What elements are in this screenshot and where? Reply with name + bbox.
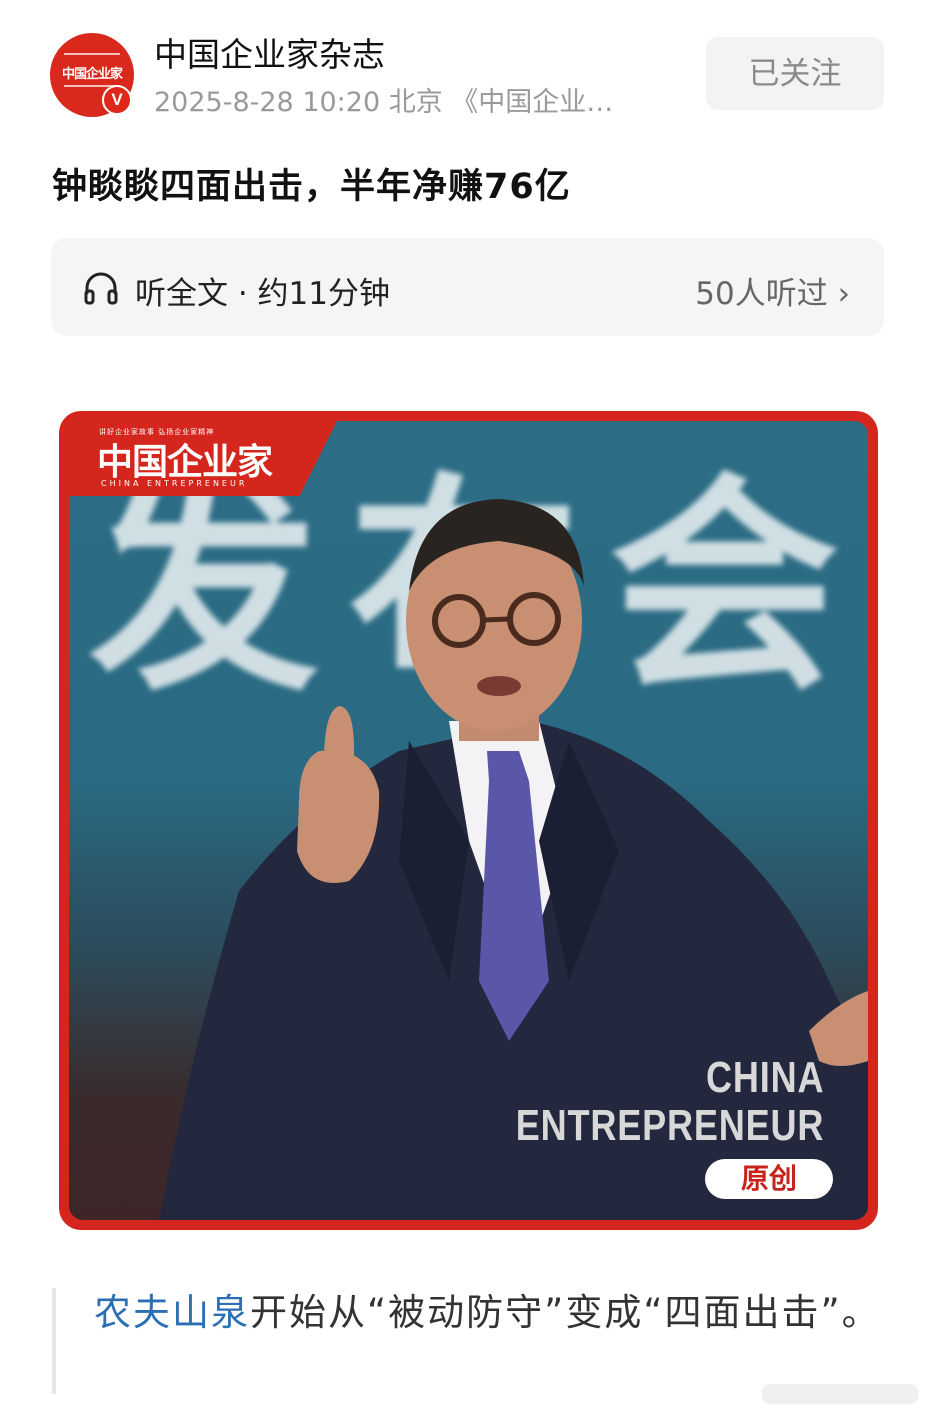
verified-badge-icon: V xyxy=(102,85,132,115)
post-meta: 2025-8-28 10:20 北京 《中国企业… xyxy=(154,87,614,118)
magazine-logo-tab: 讲好企业家故事 弘扬企业家精神 中国企业家 CHINA ENTREPRENEUR xyxy=(69,421,337,496)
follow-button[interactable]: 已关注 xyxy=(706,37,884,110)
headphones-icon xyxy=(84,272,118,305)
caption-line-1: CHINA xyxy=(705,1053,824,1102)
topic-link[interactable]: 农夫山泉 xyxy=(94,1291,250,1334)
listen-count[interactable]: 50人听过 › xyxy=(695,268,850,313)
listen-full-text-bar[interactable]: 听全文 · 约11分钟 50人听过 › xyxy=(51,238,884,336)
article-title: 钟睒睒四面出击，半年净赚76亿 xyxy=(52,167,571,207)
article-cover-image[interactable]: 发 布 会 xyxy=(59,411,878,1230)
avatar-logo-text: 中国企业家 xyxy=(61,67,123,82)
avatar-line-top xyxy=(64,53,120,55)
magazine-name: 中国企业家 xyxy=(97,441,273,483)
listen-label: 听全文 · 约11分钟 xyxy=(135,276,391,312)
account-avatar[interactable]: 中国企业家 V xyxy=(50,33,134,117)
article-paragraph: 农夫山泉开始从“被动防守”变成“四面出击”。 xyxy=(94,1282,894,1344)
article-header: 中国企业家 V 中国企业家杂志 2025-8-28 10:20 北京 《中国企业… xyxy=(0,0,936,130)
caption-line-2: ENTREPRENEUR xyxy=(515,1101,824,1150)
paragraph-text: 开始从“被动防守”变成“四面出击”。 xyxy=(250,1291,881,1334)
magazine-name-en: CHINA ENTREPRENEUR xyxy=(101,479,248,488)
quote-bar xyxy=(52,1288,56,1394)
scroll-indicator xyxy=(762,1384,918,1404)
cover-photo: 发 布 会 xyxy=(69,421,868,1220)
account-name[interactable]: 中国企业家杂志 xyxy=(154,28,385,76)
original-badge: 原创 xyxy=(705,1159,833,1199)
